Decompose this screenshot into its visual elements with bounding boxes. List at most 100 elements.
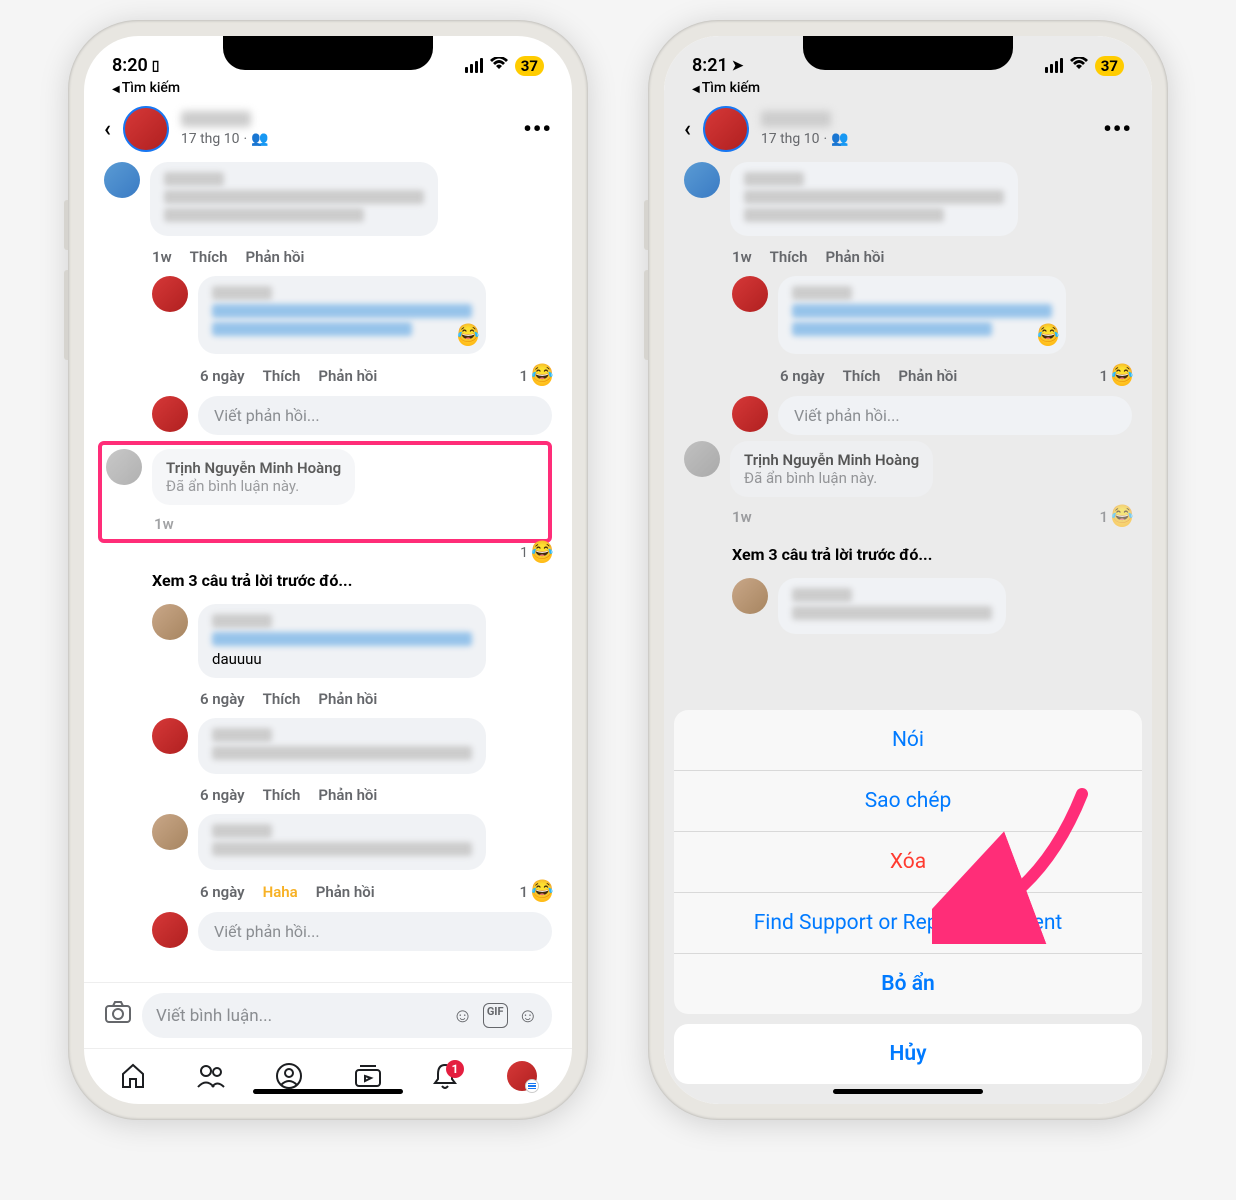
comments-list[interactable]: 1w Thích Phản hồi 6 ngày Thích Phản hồi … xyxy=(84,162,572,982)
reply-item[interactable] xyxy=(732,276,1132,354)
post-header: ‹ 17 thg 10 · 👥 ••• xyxy=(84,96,572,162)
hidden-comment-author[interactable]: Trịnh Nguyễn Minh Hoàng xyxy=(166,459,341,477)
self-avatar[interactable] xyxy=(732,396,768,432)
sheet-cancel[interactable]: Hủy xyxy=(674,1024,1142,1084)
commenter-avatar[interactable] xyxy=(684,162,720,198)
comment-time: 1w xyxy=(732,248,752,266)
comment-composer: Viết bình luận... ☺ GIF ☺ xyxy=(84,982,572,1048)
haha-reaction-icon[interactable] xyxy=(532,366,552,386)
reply-button[interactable]: Phản hồi xyxy=(318,690,377,708)
tab-bar: 1 xyxy=(84,1048,572,1104)
friends-icon: 👥 xyxy=(251,131,268,147)
reply-item[interactable] xyxy=(152,718,552,774)
post-header: ‹ 17 thg 10 · 👥 ••• xyxy=(664,96,1152,162)
hidden-comment-text: Đã ẩn bình luận này. xyxy=(166,477,341,495)
gif-icon[interactable]: GIF xyxy=(483,1003,508,1028)
commenter-avatar[interactable] xyxy=(152,718,188,754)
reply-item[interactable] xyxy=(152,276,552,354)
home-indicator[interactable] xyxy=(253,1089,403,1094)
reaction-count[interactable]: 1 xyxy=(519,367,528,385)
post-author-name[interactable] xyxy=(181,111,251,127)
haha-reaction-icon[interactable] xyxy=(532,543,552,563)
reply-input[interactable]: Viết phản hồi... xyxy=(778,396,1132,435)
reply-button[interactable]: Phản hồi xyxy=(825,248,884,266)
battery-badge: 37 xyxy=(515,56,544,76)
haha-reaction-icon[interactable] xyxy=(532,882,552,902)
home-tab-icon[interactable] xyxy=(119,1062,147,1097)
like-button[interactable]: Thích xyxy=(263,367,301,385)
like-button[interactable]: Thích xyxy=(770,248,808,266)
sheet-unhide[interactable]: Bỏ ẩn xyxy=(674,954,1142,1014)
more-options-icon[interactable]: ••• xyxy=(523,115,552,143)
like-button[interactable]: Thích xyxy=(843,367,881,385)
post-author-avatar[interactable] xyxy=(123,106,169,152)
reply-item[interactable]: dauuuu xyxy=(152,604,552,678)
comment-time: 6 ngày xyxy=(200,367,245,385)
commenter-avatar[interactable] xyxy=(104,162,140,198)
view-previous-replies[interactable]: Xem 3 câu trả lời trước đó... xyxy=(732,545,1132,564)
commenter-avatar[interactable] xyxy=(684,441,720,477)
reply-input[interactable]: Viết phản hồi... xyxy=(198,912,552,951)
comment-item[interactable] xyxy=(684,162,1132,236)
comment-time: 1w xyxy=(152,248,172,266)
reply-item[interactable] xyxy=(152,814,552,870)
sheet-speak[interactable]: Nói xyxy=(674,710,1142,771)
wifi-icon xyxy=(489,55,509,76)
haha-reaction-icon[interactable] xyxy=(1112,366,1132,386)
reaction-count[interactable]: 1 xyxy=(1099,508,1108,526)
like-button[interactable]: Thích xyxy=(263,690,301,708)
like-button[interactable]: Thích xyxy=(190,248,228,266)
back-to-search[interactable]: Tìm kiếm xyxy=(84,78,572,96)
back-to-search[interactable]: Tìm kiếm xyxy=(664,78,1152,96)
self-avatar[interactable] xyxy=(152,396,188,432)
phone-left: 8:20 ▯ 37 Tìm kiếm ‹ 17 thg 10 · 👥 ••• xyxy=(68,20,588,1120)
notification-badge: 1 xyxy=(446,1060,464,1078)
status-time: 8:21 xyxy=(692,55,728,76)
comment-bubble[interactable] xyxy=(150,162,438,236)
like-button[interactable]: Haha xyxy=(263,883,298,901)
comment-time: 6 ngày xyxy=(200,786,245,804)
hidden-comment[interactable]: Trịnh Nguyễn Minh Hoàng Đã ẩn bình luận … xyxy=(684,441,1132,497)
post-author-avatar[interactable] xyxy=(703,106,749,152)
view-previous-replies[interactable]: Xem 3 câu trả lời trước đó... xyxy=(152,571,552,590)
commenter-avatar[interactable] xyxy=(152,814,188,850)
like-button[interactable]: Thích xyxy=(263,786,301,804)
post-author-name[interactable] xyxy=(761,111,831,127)
friends-tab-icon[interactable] xyxy=(196,1062,226,1097)
notch xyxy=(803,36,1013,70)
location-icon: ➤ xyxy=(732,58,744,74)
reply-button[interactable]: Phản hồi xyxy=(316,883,375,901)
camera-icon[interactable] xyxy=(104,1000,132,1031)
reply-button[interactable]: Phản hồi xyxy=(245,248,304,266)
comment-item[interactable] xyxy=(104,162,552,236)
reply-button[interactable]: Phản hồi xyxy=(898,367,957,385)
battery-badge: 37 xyxy=(1095,56,1124,76)
self-avatar[interactable] xyxy=(152,912,188,948)
reply-button[interactable]: Phản hồi xyxy=(318,367,377,385)
more-options-icon[interactable]: ••• xyxy=(1103,115,1132,143)
reaction-count[interactable]: 1 xyxy=(520,545,528,561)
commenter-avatar[interactable] xyxy=(106,449,142,485)
emoji-icon[interactable]: ☺ xyxy=(518,1003,538,1028)
reaction-count[interactable]: 1 xyxy=(1099,367,1108,385)
reaction-count[interactable]: 1 xyxy=(519,883,528,901)
comment-time: 1w xyxy=(732,508,752,526)
sticker-icon[interactable]: ☺ xyxy=(452,1003,472,1028)
commenter-avatar[interactable] xyxy=(152,276,188,312)
commenter-avatar[interactable] xyxy=(732,578,768,614)
reply-item[interactable] xyxy=(732,578,1132,634)
commenter-avatar[interactable] xyxy=(732,276,768,312)
comment-input[interactable]: Viết bình luận... ☺ GIF ☺ xyxy=(142,993,552,1038)
reply-input[interactable]: Viết phản hồi... xyxy=(198,396,552,435)
notifications-tab-icon[interactable]: 1 xyxy=(432,1062,458,1097)
haha-reaction-icon[interactable] xyxy=(1112,507,1132,527)
menu-tab-icon[interactable] xyxy=(507,1061,537,1098)
post-subtitle: 17 thg 10 · 👥 xyxy=(181,131,511,147)
back-chevron-icon[interactable]: ‹ xyxy=(684,117,691,142)
comment-time: 1w xyxy=(154,515,174,533)
hidden-comment[interactable]: Trịnh Nguyễn Minh Hoàng Đã ẩn bình luận … xyxy=(106,449,544,505)
commenter-avatar[interactable] xyxy=(152,604,188,640)
reply-button[interactable]: Phản hồi xyxy=(318,786,377,804)
back-chevron-icon[interactable]: ‹ xyxy=(104,117,111,142)
hidden-comment-author[interactable]: Trịnh Nguyễn Minh Hoàng xyxy=(744,451,919,469)
